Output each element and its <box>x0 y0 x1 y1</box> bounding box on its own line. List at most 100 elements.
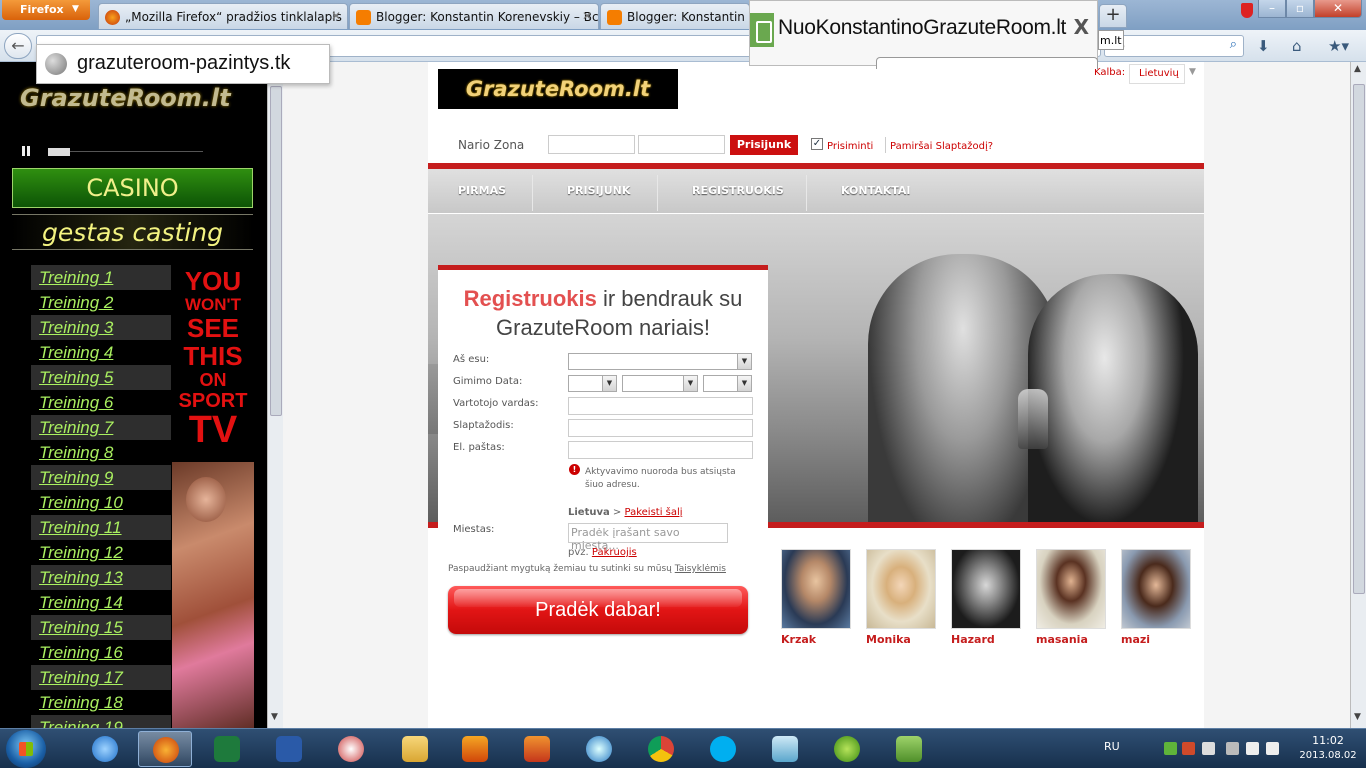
training-link[interactable]: Treining 9 <box>31 465 171 490</box>
training-link[interactable]: Treining 10 <box>31 490 171 515</box>
page-scrollbar[interactable]: ▲ ▼ <box>1350 62 1366 728</box>
tab-blogger-1[interactable]: Blogger: Konstantin Korenevskiy – Bc... … <box>349 3 599 29</box>
taskbar-firefox[interactable] <box>138 731 192 767</box>
member-name[interactable]: masania <box>1036 633 1106 646</box>
member-card[interactable]: Hazard <box>951 549 1021 646</box>
volume-icon[interactable] <box>1266 742 1279 755</box>
birth-year-select[interactable]: ▼ <box>703 375 752 392</box>
training-link[interactable]: Treining 8 <box>31 440 171 465</box>
member-name[interactable]: Hazard <box>951 633 1021 646</box>
member-name[interactable]: mazi <box>1121 633 1191 646</box>
tray-flag-icon[interactable] <box>1226 742 1239 755</box>
back-button[interactable]: ← <box>4 33 32 59</box>
seek-handle[interactable] <box>48 148 70 156</box>
start-button[interactable] <box>6 730 46 768</box>
scroll-up-icon[interactable]: ▲ <box>1354 64 1361 74</box>
forgot-password-link[interactable]: Pamiršai Slaptažodį? <box>890 141 993 152</box>
taskbar-word[interactable] <box>262 731 316 767</box>
notification-close-button[interactable]: X <box>1074 15 1089 39</box>
tray-device-icon[interactable] <box>1202 742 1215 755</box>
minimize-button[interactable]: – <box>1258 0 1286 18</box>
training-link[interactable]: Treining 14 <box>31 590 171 615</box>
firefox-menu-button[interactable]: Firefox ▼ <box>2 0 90 20</box>
gender-select[interactable]: ▼ <box>568 353 752 370</box>
tab-firefox-start[interactable]: „Mozilla Firefox“ pradžios tinklalapis ✕ <box>98 3 348 29</box>
login-button[interactable]: Prisijunk <box>730 135 798 155</box>
password-input[interactable] <box>638 135 725 154</box>
tray-app-icon[interactable] <box>1182 742 1195 755</box>
taskbar-skype[interactable] <box>696 731 750 767</box>
password-field[interactable] <box>568 419 753 437</box>
language-indicator[interactable]: RU <box>1104 740 1120 753</box>
city-input[interactable]: Pradėk įrašant savo miestą... <box>568 523 728 552</box>
taskbar-chrome[interactable] <box>634 731 688 767</box>
taskbar-explorer[interactable] <box>388 731 442 767</box>
change-country-link[interactable]: Pakeisti šalį <box>625 507 683 518</box>
menu-item-registruokis[interactable]: REGISTRUOKIS <box>692 169 784 213</box>
training-link[interactable]: Treining 19 <box>31 715 171 728</box>
birth-month-select[interactable]: ▼ <box>622 375 698 392</box>
scroll-down-icon[interactable]: ▼ <box>271 712 278 722</box>
tab-blogger-2[interactable]: Blogger: Konstantin Kor <box>600 3 750 29</box>
taskbar-app-12[interactable] <box>820 731 874 767</box>
terms-link[interactable]: Taisyklėmis <box>675 564 726 574</box>
close-icon[interactable]: ✕ <box>582 9 592 23</box>
casino-banner[interactable]: CASINO <box>12 168 253 208</box>
taskbar-mail[interactable] <box>572 731 626 767</box>
training-link[interactable]: Treining 16 <box>31 640 171 665</box>
search-icon[interactable]: ⌕ <box>1230 37 1237 52</box>
download-icon[interactable]: ⬇ <box>1257 37 1270 55</box>
training-link[interactable]: Treining 12 <box>31 540 171 565</box>
member-photo[interactable] <box>951 549 1021 629</box>
seek-track[interactable] <box>70 151 203 152</box>
username-input[interactable] <box>548 135 635 154</box>
taskbar-excel[interactable] <box>200 731 254 767</box>
training-link[interactable]: Treining 2 <box>31 290 171 315</box>
menu-item-prisijunk[interactable]: PRISIJUNK <box>567 169 630 213</box>
pause-icon[interactable] <box>22 146 30 156</box>
network-icon[interactable] <box>1246 742 1259 755</box>
member-photo[interactable] <box>1121 549 1191 629</box>
training-link[interactable]: Treining 11 <box>31 515 171 540</box>
example-city-link[interactable]: Pakruojis <box>592 547 637 558</box>
member-card[interactable]: Monika <box>866 549 936 646</box>
training-link[interactable]: Treining 3 <box>31 315 171 340</box>
training-link[interactable]: Treining 5 <box>31 365 171 390</box>
member-card[interactable]: masania <box>1036 549 1106 646</box>
scroll-down-icon[interactable]: ▼ <box>1354 712 1361 722</box>
close-icon[interactable]: ✕ <box>331 9 341 23</box>
site-logo[interactable]: GrazuteRoom.lt <box>438 69 678 109</box>
training-link[interactable]: Treining 17 <box>31 665 171 690</box>
taskbar-app-13[interactable] <box>882 731 936 767</box>
username-field[interactable] <box>568 397 753 415</box>
member-name[interactable]: Krzak <box>781 633 851 646</box>
member-name[interactable]: Monika <box>866 633 936 646</box>
chevron-down-icon[interactable]: ▼ <box>1189 67 1196 77</box>
member-photo[interactable] <box>866 549 936 629</box>
training-link[interactable]: Treining 18 <box>31 690 171 715</box>
taskbar-app-4[interactable] <box>324 731 378 767</box>
training-link[interactable]: Treining 6 <box>31 390 171 415</box>
member-card[interactable]: Krzak <box>781 549 851 646</box>
scrollbar-thumb[interactable] <box>270 86 282 416</box>
birth-day-select[interactable]: ▼ <box>568 375 617 392</box>
gestas-casting-banner[interactable]: gestas casting <box>12 214 253 250</box>
advert-banner[interactable]: YOU WON'T SEE THIS ON SPORT TV <box>172 262 254 728</box>
training-link[interactable]: Treining 4 <box>31 340 171 365</box>
home-icon[interactable]: ⌂ <box>1292 37 1302 55</box>
member-photo[interactable] <box>781 549 851 629</box>
member-photo[interactable] <box>1036 549 1106 629</box>
left-frame-scrollbar[interactable]: ▲ ▼ <box>267 62 283 728</box>
remember-checkbox[interactable]: ✓ <box>811 138 823 150</box>
email-field[interactable] <box>568 441 753 459</box>
maximize-button[interactable]: ▫ <box>1286 0 1314 18</box>
clock-time[interactable]: 11:02 <box>1298 734 1358 747</box>
taskbar-app-7[interactable] <box>510 731 564 767</box>
language-select[interactable]: Lietuvių <box>1129 64 1185 84</box>
training-link[interactable]: Treining 15 <box>31 615 171 640</box>
search-input[interactable]: le ⌕ <box>1104 35 1244 57</box>
taskbar-media-player[interactable] <box>448 731 502 767</box>
training-link[interactable]: Treining 7 <box>31 415 171 440</box>
training-link[interactable]: Treining 1 <box>31 265 171 290</box>
menu-item-pirmas[interactable]: PIRMAS <box>458 169 506 213</box>
